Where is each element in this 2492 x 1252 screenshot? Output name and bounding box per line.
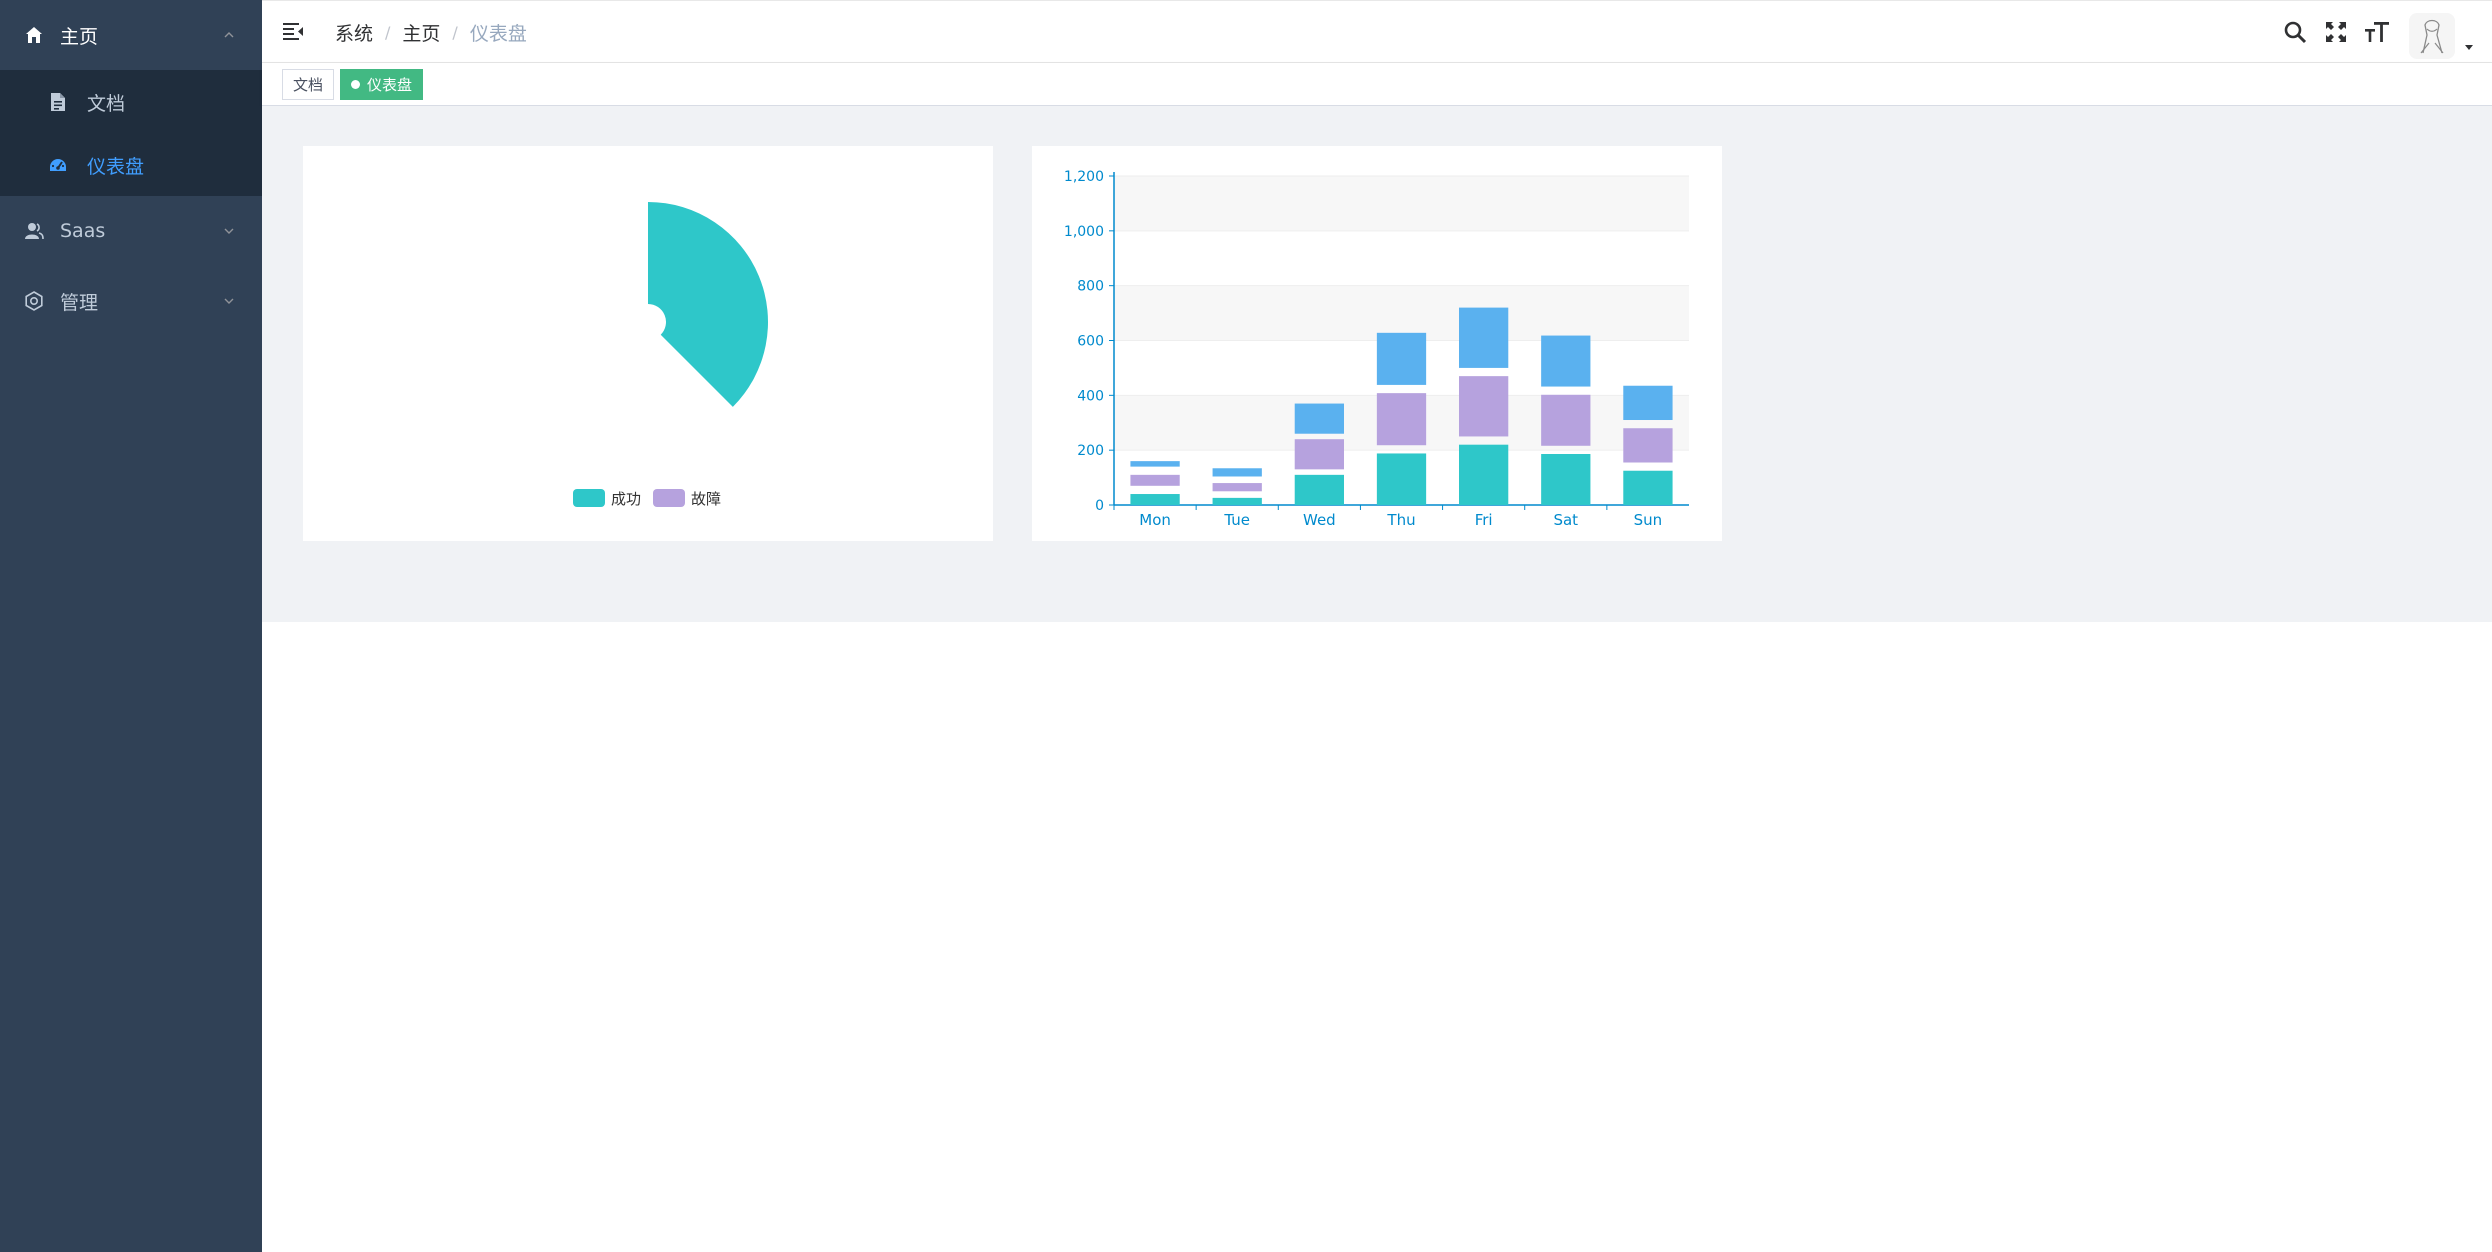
breadcrumb-separator: / [385, 23, 391, 42]
document-icon [48, 92, 68, 112]
hamburger-icon[interactable] [282, 19, 306, 43]
breadcrumb-separator: / [452, 23, 458, 42]
x-tick-label: Tue [1223, 511, 1250, 529]
x-tick-label: Fri [1475, 511, 1493, 529]
y-tick-label: 400 [1077, 388, 1104, 404]
home-icon [24, 25, 44, 45]
sidebar-item-label: 主页 [60, 25, 99, 48]
search-icon [2284, 21, 2307, 44]
submenu-home: 文档 仪表盘 [0, 70, 262, 196]
breadcrumb-current: 仪表盘 [469, 23, 527, 45]
bar-sun-1[interactable] [1623, 470, 1673, 505]
tag-dashboard[interactable]: 仪表盘 [340, 69, 424, 100]
bar-wed-2[interactable] [1294, 439, 1344, 470]
navbar: 系统 / 主页 / 仪表盘 [262, 0, 2492, 63]
bar-mon-2[interactable] [1130, 474, 1180, 486]
sidebar-item-manage[interactable]: 管理 [0, 266, 262, 336]
chevron-down-icon [224, 228, 234, 234]
pie-slice-success[interactable] [648, 202, 769, 407]
x-tick-label: Sun [1634, 511, 1663, 529]
tags-view: 文档 仪表盘 [262, 63, 2492, 106]
sidebar: 主页 文档 仪表盘 Saas 管理 [0, 0, 262, 1252]
sidebar-item-label: Saas [60, 220, 106, 242]
bar-chart: 0 200 400 600 800 1,000 1,200 Mon Tue Wed Thu Fri Sa… [1064, 169, 1689, 529]
bar-tue-1[interactable] [1212, 497, 1262, 505]
chevron-up-icon [224, 32, 234, 38]
pie-chart: 成功 故障 [573, 202, 769, 508]
legend-label-fault[interactable]: 故障 [691, 490, 721, 508]
y-tick-label: 1,000 [1064, 224, 1104, 240]
x-tick-label: Thu [1386, 511, 1415, 529]
tag-label: 文档 [293, 76, 324, 94]
y-tick-label: 800 [1077, 279, 1104, 295]
bar-mon-3[interactable] [1130, 461, 1180, 467]
grid-band [1114, 285, 1689, 341]
font-size-button[interactable] [2364, 19, 2390, 45]
legend-swatch-success[interactable] [573, 489, 605, 507]
search-button[interactable] [2282, 19, 2308, 45]
fullscreen-button[interactable] [2323, 19, 2349, 45]
chevron-down-icon [224, 298, 234, 304]
avatar-image-icon [2420, 19, 2444, 54]
bar-wed-3[interactable] [1294, 403, 1344, 434]
bar-mon-1[interactable] [1130, 494, 1180, 505]
legend-swatch-fault[interactable] [653, 489, 685, 507]
tag-label: 仪表盘 [367, 76, 413, 94]
y-tick-label: 200 [1077, 443, 1104, 459]
breadcrumb-item[interactable]: 系统 [335, 19, 373, 46]
dashboard-icon [48, 155, 68, 175]
breadcrumb-item[interactable]: 主页 [402, 19, 440, 46]
bar-sat-2[interactable] [1541, 394, 1591, 446]
sidebar-item-label: 仪表盘 [87, 155, 145, 178]
y-tick-label: 600 [1077, 334, 1104, 350]
sidebar-item-home[interactable]: 主页 [0, 0, 262, 70]
caret-down-icon[interactable] [2464, 43, 2474, 51]
user-icon [24, 221, 44, 241]
bar-sun-3[interactable] [1623, 385, 1673, 421]
x-tick-label: Wed [1303, 511, 1336, 529]
bar-sat-1[interactable] [1541, 454, 1591, 505]
grid-band [1114, 176, 1689, 231]
gear-icon [24, 291, 44, 311]
bar-chart-card: 0 200 400 600 800 1,000 1,200 Mon Tue Wed Thu Fri Sa… [1032, 146, 1722, 541]
legend-label-success[interactable]: 成功 [611, 490, 641, 508]
sidebar-item-label: 管理 [60, 291, 99, 314]
bar-fri-1[interactable] [1459, 444, 1509, 505]
bar-sun-2[interactable] [1623, 428, 1673, 463]
fullscreen-icon [2326, 22, 2346, 42]
bar-fri-2[interactable] [1459, 376, 1509, 437]
font-size-icon [2365, 22, 2389, 42]
active-dot-icon [351, 80, 360, 89]
tag-docs[interactable]: 文档 [282, 69, 335, 100]
x-tick-label: Mon [1139, 511, 1171, 529]
y-tick-label: 0 [1095, 498, 1104, 514]
bar-tue-2[interactable] [1212, 483, 1262, 492]
sidebar-item-docs[interactable]: 文档 [0, 70, 262, 134]
bar-thu-1[interactable] [1376, 453, 1427, 505]
breadcrumb: 系统 / 主页 / 仪表盘 [335, 19, 527, 46]
x-tick-label: Sat [1553, 511, 1578, 529]
bar-sat-3[interactable] [1541, 335, 1591, 387]
sidebar-item-dashboard[interactable]: 仪表盘 [0, 133, 262, 197]
bar-tue-3[interactable] [1212, 468, 1262, 477]
sidebar-item-label: 文档 [87, 92, 126, 115]
y-tick-label: 1,200 [1064, 169, 1104, 185]
bar-thu-2[interactable] [1376, 393, 1427, 446]
bar-wed-1[interactable] [1294, 474, 1344, 505]
sidebar-item-saas[interactable]: Saas [0, 196, 262, 266]
bar-thu-3[interactable] [1376, 332, 1427, 385]
avatar[interactable] [2409, 13, 2455, 59]
pie-chart-card: 成功 故障 [303, 146, 993, 541]
bar-fri-3[interactable] [1459, 307, 1509, 368]
